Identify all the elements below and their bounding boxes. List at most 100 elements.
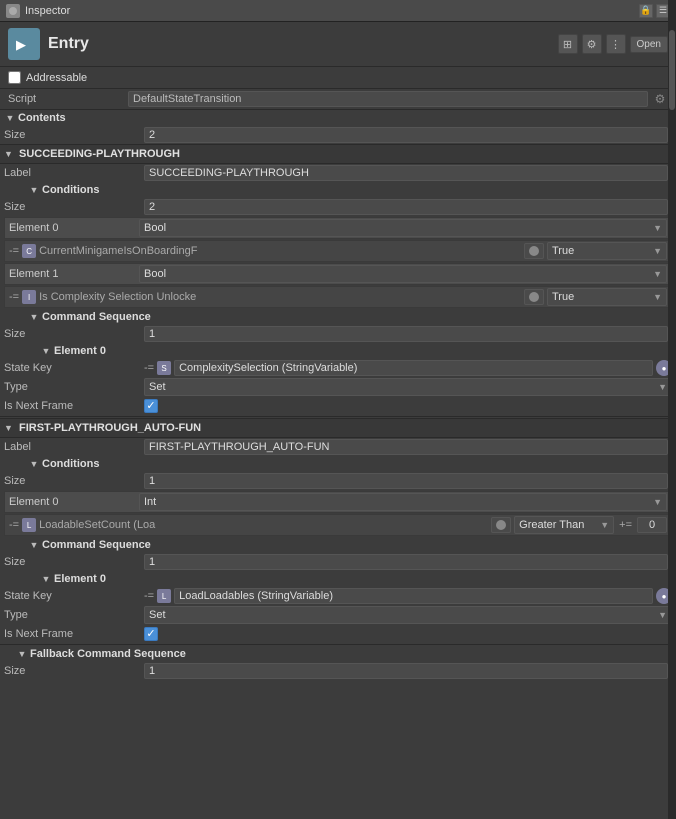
succeeding-statekey-var-icon: S: [157, 361, 171, 375]
firstplaythrough-statekey-var-icon: L: [157, 589, 171, 603]
firstplaythrough-nextframe-row: Is Next Frame ✓: [0, 625, 676, 643]
contents-label: Contents: [18, 112, 66, 124]
fallback-foldout[interactable]: ▼ Fallback Command Sequence: [0, 646, 676, 662]
succeeding-foldout[interactable]: ▼ SUCCEEDING-PLAYTHROUGH: [0, 144, 676, 164]
open-button[interactable]: Open: [630, 36, 668, 53]
firstplaythrough-cond-size-row: Size 1: [0, 472, 676, 490]
succeeding-conditions-label: Conditions: [42, 184, 99, 196]
firstplaythrough-conditions-foldout[interactable]: ▼ Conditions: [0, 456, 676, 472]
firstplaythrough-statekey-eq-sym: -=: [144, 590, 154, 602]
fallback-size-label: Size: [4, 665, 144, 677]
succeeding-el0-val-dropdown[interactable]: True ▼: [547, 242, 667, 260]
succeeding-cmd-el0-label: Element 0: [54, 345, 106, 357]
addressable-checkbox[interactable]: [8, 71, 21, 84]
contents-foldout[interactable]: ▼ Contents: [0, 110, 676, 126]
firstplaythrough-nextframe-label: Is Next Frame: [4, 628, 144, 640]
firstplaythrough-label-input[interactable]: FIRST-PLAYTHROUGH_AUTO-FUN: [144, 439, 668, 455]
firstplaythrough-el0-val-input[interactable]: 0: [637, 517, 667, 533]
contents-size-input[interactable]: 2: [144, 127, 668, 143]
title-bar-title: Inspector: [25, 5, 639, 17]
succeeding-statekey-input[interactable]: ComplexitySelection (StringVariable): [174, 360, 653, 376]
succeeding-label: SUCCEEDING-PLAYTHROUGH: [19, 148, 180, 160]
succeeding-conditions-foldout[interactable]: ▼ Conditions: [0, 182, 676, 198]
firstplaythrough-el0-var-row: -= L LoadableSetCount (Loa Greater Than …: [4, 514, 672, 536]
chevron-down-icon: ▼: [600, 520, 609, 530]
succeeding-el0-dot-btn[interactable]: [524, 243, 544, 259]
succeeding-label-input[interactable]: SUCCEEDING-PLAYTHROUGH: [144, 165, 668, 181]
firstplaythrough-conditions-arrow-icon: ▼: [28, 458, 40, 470]
succeeding-nextframe-row: Is Next Frame ✓: [0, 397, 676, 415]
succeeding-el1-dot-btn[interactable]: [524, 289, 544, 305]
chevron-down-icon: ▼: [653, 292, 662, 302]
succeeding-el0-var-name[interactable]: CurrentMinigameIsOnBoardingF: [39, 245, 521, 257]
succeeding-el1-var-name[interactable]: Is Complexity Selection Unlocke: [39, 291, 521, 303]
script-label: Script: [8, 93, 128, 105]
fallback-label: Fallback Command Sequence: [30, 648, 186, 660]
divider-2: [0, 644, 676, 645]
succeeding-nextframe-checkbox[interactable]: ✓: [144, 399, 158, 413]
succeeding-el0-var-row: -= C CurrentMinigameIsOnBoardingF True ▼: [4, 240, 672, 262]
succeeding-el1-var-icon: I: [22, 290, 36, 304]
addressable-label: Addressable: [26, 72, 87, 84]
succeeding-type-row: Type Set ▼: [0, 377, 676, 397]
firstplaythrough-el0-var-name[interactable]: LoadableSetCount (Loa: [39, 519, 488, 531]
script-gear-icon[interactable]: ⚙: [652, 91, 668, 107]
firstplaythrough-foldout[interactable]: ▼ FIRST-PLAYTHROUGH_AUTO-FUN: [0, 418, 676, 438]
firstplaythrough-label: FIRST-PLAYTHROUGH_AUTO-FUN: [19, 422, 201, 434]
firstplaythrough-cmdseq-foldout[interactable]: ▼ Command Sequence: [0, 537, 676, 553]
succeeding-cmdseq-arrow-icon: ▼: [28, 311, 40, 323]
dot-icon: [529, 292, 539, 302]
lock-button[interactable]: 🔒: [639, 4, 653, 18]
title-bar-controls: 🔒 ☰: [639, 4, 670, 18]
firstplaythrough-type-row: Type Set ▼: [0, 605, 676, 625]
succeeding-cmd-size-input[interactable]: 1: [144, 326, 668, 342]
succeeding-el1-val-dropdown[interactable]: True ▼: [547, 288, 667, 306]
succeeding-cmdseq-label: Command Sequence: [42, 311, 151, 323]
firstplaythrough-statekey-input[interactable]: LoadLoadables (StringVariable): [174, 588, 653, 604]
entry-title: Entry: [48, 35, 550, 53]
view-icon-btn[interactable]: ⊞: [558, 34, 578, 54]
succeeding-cmd-el0-arrow-icon: ▼: [40, 345, 52, 357]
settings-icon-btn[interactable]: ⚙: [582, 34, 602, 54]
succeeding-cond-size-input[interactable]: 2: [144, 199, 668, 215]
firstplaythrough-type-label: Type: [4, 609, 144, 621]
more-icon-btn[interactable]: ⋮: [606, 34, 626, 54]
succeeding-cond-size-row: Size 2: [0, 198, 676, 216]
succeeding-el1-label: Element 1: [9, 268, 139, 280]
firstplaythrough-cond-size-label: Size: [4, 475, 144, 487]
firstplaythrough-nextframe-checkbox[interactable]: ✓: [144, 627, 158, 641]
succeeding-nextframe-label: Is Next Frame: [4, 400, 144, 412]
firstplaythrough-cmd-el0-foldout[interactable]: ▼ Element 0: [0, 571, 676, 587]
succeeding-el1-header: Element 1 Bool ▼: [4, 263, 672, 285]
succeeding-el0-type-dropdown[interactable]: Bool ▼: [139, 219, 667, 237]
succeeding-cond-size-label: Size: [4, 201, 144, 213]
firstplaythrough-el0-comp-dropdown[interactable]: Greater Than ▼: [514, 516, 614, 534]
fallback-size-row: Size 1: [0, 662, 676, 680]
firstplaythrough-el0-type-dropdown[interactable]: Int ▼: [139, 493, 667, 511]
succeeding-cmd-el0-foldout[interactable]: ▼ Element 0: [0, 343, 676, 359]
firstplaythrough-cmd-el0-label: Element 0: [54, 573, 106, 585]
succeeding-cmdseq-foldout[interactable]: ▼ Command Sequence: [0, 309, 676, 325]
scrollbar-thumb[interactable]: [669, 30, 675, 110]
succeeding-label-field-label: Label: [4, 167, 144, 179]
firstplaythrough-label-row: Label FIRST-PLAYTHROUGH_AUTO-FUN: [0, 438, 676, 456]
contents-size-row: Size 2: [0, 126, 676, 144]
inspector-actions: ⊞ ⚙ ⋮ Open: [558, 34, 668, 54]
firstplaythrough-conditions-label: Conditions: [42, 458, 99, 470]
succeeding-el1-type-dropdown[interactable]: Bool ▼: [139, 265, 667, 283]
fallback-size-input[interactable]: 1: [144, 663, 668, 679]
firstplaythrough-cond-size-input[interactable]: 1: [144, 473, 668, 489]
firstplaythrough-el0-dot-btn[interactable]: [491, 517, 511, 533]
firstplaythrough-type-dropdown[interactable]: Set ▼: [144, 606, 672, 624]
firstplaythrough-el0-eq-sym: -=: [9, 519, 19, 531]
firstplaythrough-arrow-icon: ▼: [4, 423, 16, 433]
firstplaythrough-label-field-label: Label: [4, 441, 144, 453]
succeeding-conditions-arrow-icon: ▼: [28, 184, 40, 196]
addressable-row: Addressable: [0, 67, 676, 89]
succeeding-statekey-row: State Key -= S ComplexitySelection (Stri…: [0, 359, 676, 377]
scrollbar[interactable]: [668, 0, 676, 819]
inspector-icon: [6, 4, 20, 18]
firstplaythrough-cmd-size-input[interactable]: 1: [144, 554, 668, 570]
svg-text:▶: ▶: [16, 37, 26, 52]
succeeding-type-dropdown[interactable]: Set ▼: [144, 378, 672, 396]
